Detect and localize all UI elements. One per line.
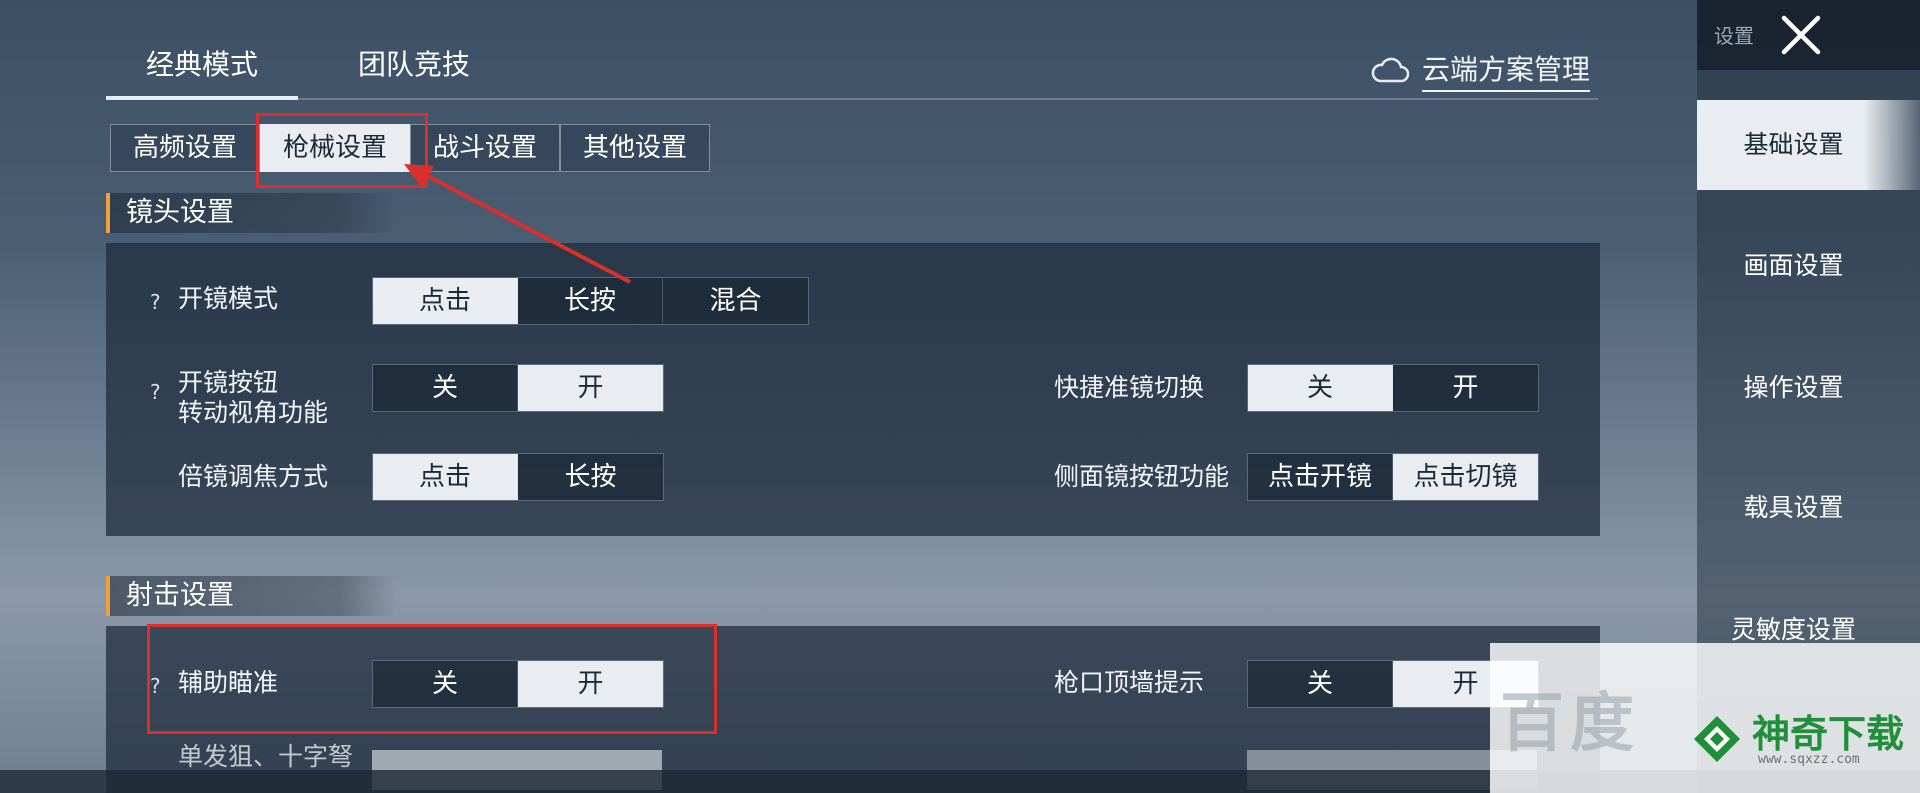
scope-button-view-label-line2: 转动视角功能 — [178, 398, 329, 427]
sidebar-tag: 设置 — [1714, 24, 1754, 48]
zoom-focus-label: 倍镜调焦方式 — [178, 462, 329, 491]
help-icon[interactable]: ? — [150, 290, 161, 314]
sidebar-item-vehicle[interactable]: 载具设置 — [1697, 463, 1920, 553]
scope-button-view-toggle: 关 开 — [372, 364, 664, 412]
watermark-url: www.sqxzz.com — [1758, 752, 1860, 767]
side-scope-option-open[interactable]: 点击开镜 — [1248, 454, 1393, 500]
cloud-icon — [1371, 57, 1410, 83]
quick-scope-switch-toggle: 关 开 — [1247, 364, 1539, 412]
tab-classic-mode[interactable]: 经典模式 — [106, 40, 298, 100]
scope-button-view-label-line1: 开镜按钮 — [178, 368, 279, 397]
scope-mode-option-mixed[interactable]: 混合 — [663, 278, 808, 324]
watermark-brand: 神奇下载 — [1752, 712, 1905, 756]
scope-button-view-off[interactable]: 关 — [373, 365, 518, 411]
annotation-arrow — [404, 164, 631, 284]
section-title-shooting: 射击设置 — [106, 576, 396, 616]
muzzle-wall-hint-off[interactable]: 关 — [1248, 661, 1393, 707]
close-icon[interactable] — [1776, 10, 1826, 60]
sidebar-item-graphics[interactable]: 画面设置 — [1697, 221, 1920, 311]
sidebar-item-basic[interactable]: 基础设置 — [1697, 100, 1920, 190]
sidebar-item-controls[interactable]: 操作设置 — [1697, 343, 1920, 433]
scope-button-view-on[interactable]: 开 — [518, 365, 663, 411]
diamond-logo-icon — [1694, 716, 1740, 762]
scope-mode-label: 开镜模式 — [178, 284, 279, 313]
tab-team-deathmatch[interactable]: 团队竞技 — [322, 40, 506, 100]
cloud-plan-label: 云端方案管理 — [1422, 48, 1591, 92]
quick-scope-switch-on[interactable]: 开 — [1393, 365, 1538, 411]
sniper-crossbow-label: 单发狙、十字弩 — [178, 742, 354, 771]
mode-tabs-divider — [106, 98, 1598, 100]
side-scope-option-switch[interactable]: 点击切镜 — [1393, 454, 1538, 500]
zoom-focus-option-hold[interactable]: 长按 — [518, 454, 663, 500]
side-scope-button-label: 侧面镜按钮功能 — [1054, 462, 1230, 491]
tab-high-frequency[interactable]: 高频设置 — [110, 124, 260, 172]
cloud-plan-link[interactable]: 云端方案管理 — [1370, 48, 1591, 92]
side-scope-button-selector: 点击开镜 点击切镜 — [1247, 453, 1539, 501]
help-icon[interactable]: ? — [150, 380, 161, 404]
section-title-lens: 镜头设置 — [106, 193, 396, 233]
muzzle-wall-hint-label: 枪口顶墙提示 — [1054, 668, 1205, 697]
quick-scope-switch-off[interactable]: 关 — [1248, 365, 1393, 411]
zoom-focus-selector: 点击 长按 — [372, 453, 664, 501]
watermark-text: 百度 — [1500, 687, 1640, 761]
highlight-aim-assist — [147, 624, 717, 734]
quick-scope-switch-label: 快捷准镜切换 — [1054, 373, 1205, 402]
zoom-focus-option-tap[interactable]: 点击 — [373, 454, 518, 500]
